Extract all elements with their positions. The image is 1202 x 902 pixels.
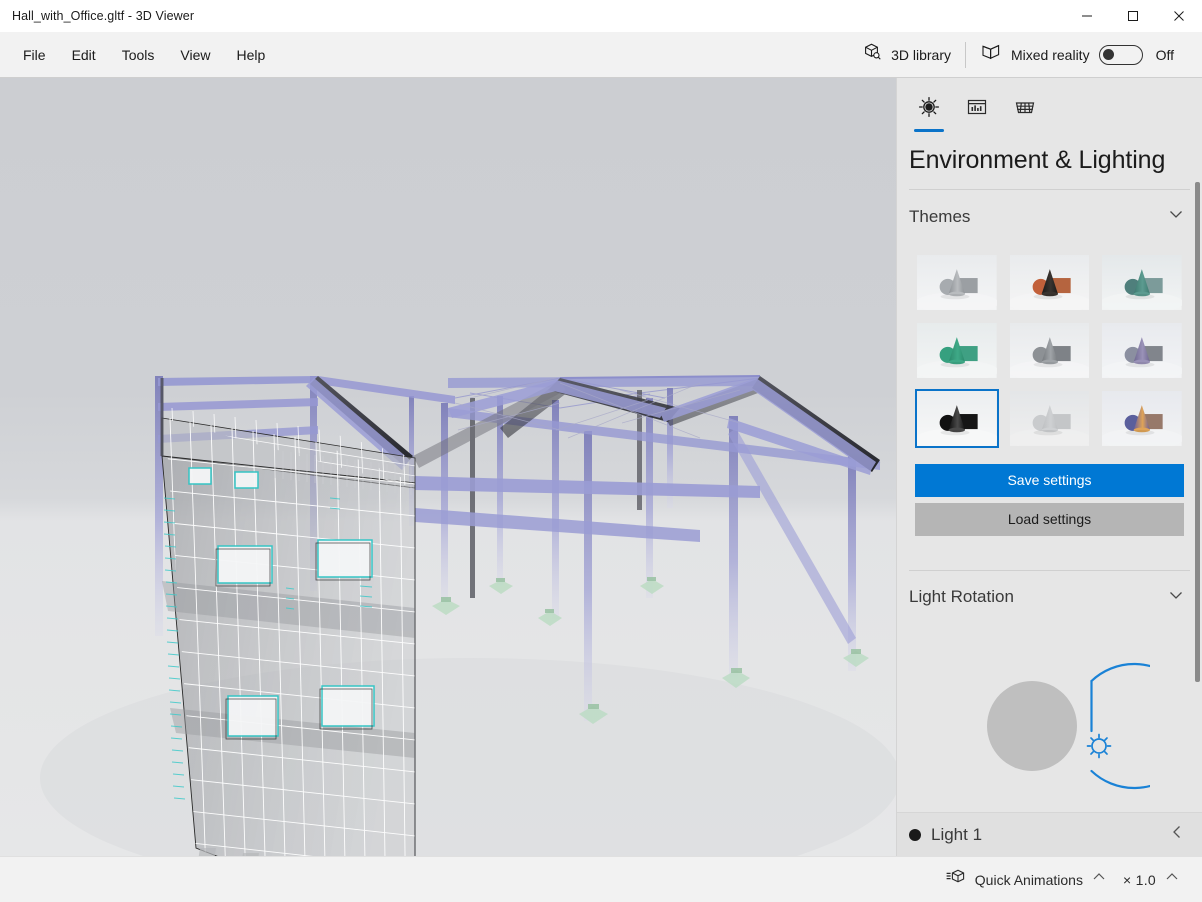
dial-knob	[986, 680, 1077, 771]
chart-icon	[966, 96, 988, 123]
mixed-reality-control[interactable]: Mixed reality Off	[966, 42, 1188, 67]
theme-thumbnail	[917, 322, 997, 378]
mixed-reality-state: Off	[1155, 46, 1174, 63]
sun-icon	[918, 96, 940, 123]
main-body: Environment & Lighting Themes Save setti…	[0, 78, 1202, 856]
quick-animations-label: Quick Animations	[974, 871, 1083, 888]
theme-studio-grey[interactable]	[1008, 321, 1092, 380]
close-button[interactable]	[1156, 0, 1202, 32]
theme-violet-soft[interactable]	[1100, 321, 1184, 380]
panel-tabs	[897, 78, 1202, 132]
tab-environment-lighting[interactable]	[907, 92, 951, 132]
scrollbar-thumb[interactable]	[1195, 182, 1200, 682]
page-title: Environment & Lighting	[909, 146, 1166, 174]
theme-thumbnail	[1102, 322, 1182, 378]
chevron-down-icon[interactable]	[1166, 204, 1186, 229]
mixed-reality-icon	[980, 42, 1002, 67]
sun-icon	[1086, 733, 1111, 759]
theme-sunset-amber[interactable]	[1100, 389, 1184, 448]
menu-bar-right: 3D library Mixed reality Off	[848, 41, 1202, 68]
panel-scrollbar[interactable]	[1195, 182, 1200, 682]
light-rotation-dial[interactable]	[897, 624, 1202, 812]
title-bar: Hall_with_Office.gltf - 3D Viewer	[0, 0, 1202, 32]
menu-item-file[interactable]: File	[10, 41, 59, 69]
mixed-reality-toggle[interactable]	[1098, 44, 1143, 65]
mixed-reality-label: Mixed reality	[1010, 46, 1090, 63]
themes-grid	[897, 243, 1202, 454]
3d-viewport[interactable]	[0, 78, 896, 856]
themes-label: Themes	[909, 206, 971, 226]
tab-indicator	[962, 129, 992, 132]
menu-item-view[interactable]: View	[167, 41, 223, 69]
side-panel: Environment & Lighting Themes Save setti…	[896, 78, 1202, 856]
playback-speed-value: × 1.0	[1122, 871, 1156, 888]
light-1-label: Light 1	[931, 824, 983, 844]
toggle-knob	[1102, 48, 1114, 60]
3d-model-render	[40, 375, 896, 856]
menu-item-help[interactable]: Help	[223, 41, 278, 69]
cube-search-icon	[862, 42, 882, 67]
menu-items: File Edit Tools View Help	[0, 41, 278, 69]
light-rotation-label: Light Rotation	[909, 587, 1014, 607]
panel-scroll-area: Environment & Lighting Themes Save setti…	[897, 78, 1202, 812]
theme-warm-orange[interactable]	[1008, 253, 1092, 312]
maximize-button[interactable]	[1110, 0, 1156, 32]
theme-high-contrast[interactable]	[915, 388, 999, 448]
theme-neutral-grey[interactable]	[915, 253, 999, 312]
theme-thumbnail	[917, 255, 997, 310]
quick-animations-control[interactable]: Quick Animations	[937, 868, 1115, 891]
theme-soft-white[interactable]	[1008, 389, 1092, 448]
tab-statistics[interactable]	[955, 92, 999, 132]
load-settings-button[interactable]: Load settings	[915, 502, 1184, 536]
tab-indicator	[1010, 129, 1040, 132]
grid-icon	[1014, 96, 1036, 123]
tab-grid[interactable]	[1003, 92, 1047, 132]
chevron-up-icon[interactable]	[1091, 869, 1107, 890]
rotation-dial-graphic[interactable]	[950, 636, 1150, 812]
save-settings-button[interactable]: Save settings	[915, 463, 1184, 497]
tab-active-indicator	[914, 129, 944, 132]
playback-speed-control[interactable]: × 1.0	[1115, 869, 1188, 890]
minimize-button[interactable]	[1064, 0, 1110, 32]
menu-item-edit[interactable]: Edit	[59, 41, 109, 69]
light-indicator-dot	[909, 828, 921, 841]
animation-cube-icon	[945, 868, 967, 891]
menu-bar: File Edit Tools View Help 3D library Mix…	[0, 32, 1202, 78]
window-controls	[1064, 0, 1202, 32]
light-rotation-section-header[interactable]: Light Rotation	[897, 571, 1202, 624]
theme-thumbnail	[917, 390, 997, 446]
menu-item-tools[interactable]: Tools	[109, 41, 168, 69]
theme-thumbnail	[1009, 322, 1090, 378]
theme-thumbnail	[1102, 390, 1182, 446]
chevron-left-icon[interactable]	[1168, 823, 1186, 846]
app-window: Hall_with_Office.gltf - 3D Viewer File E…	[0, 0, 1202, 902]
theme-thumbnail	[1009, 390, 1090, 446]
light-1-row[interactable]: Light 1	[897, 812, 1202, 856]
theme-teal-cool[interactable]	[1100, 253, 1184, 312]
status-bar: Quick Animations × 1.0	[0, 856, 1202, 902]
3d-library-label: 3D library	[891, 46, 951, 63]
chevron-down-icon[interactable]	[1166, 585, 1186, 610]
theme-green-bright[interactable]	[915, 321, 999, 380]
theme-thumbnail	[1009, 255, 1090, 310]
theme-thumbnail	[1102, 255, 1182, 310]
chevron-up-icon[interactable]	[1164, 869, 1180, 890]
window-title: Hall_with_Office.gltf - 3D Viewer	[12, 9, 195, 23]
themes-section-header[interactable]: Themes	[897, 190, 1202, 243]
3d-library-button[interactable]: 3D library	[848, 42, 965, 67]
light-1-left: Light 1	[909, 825, 982, 845]
